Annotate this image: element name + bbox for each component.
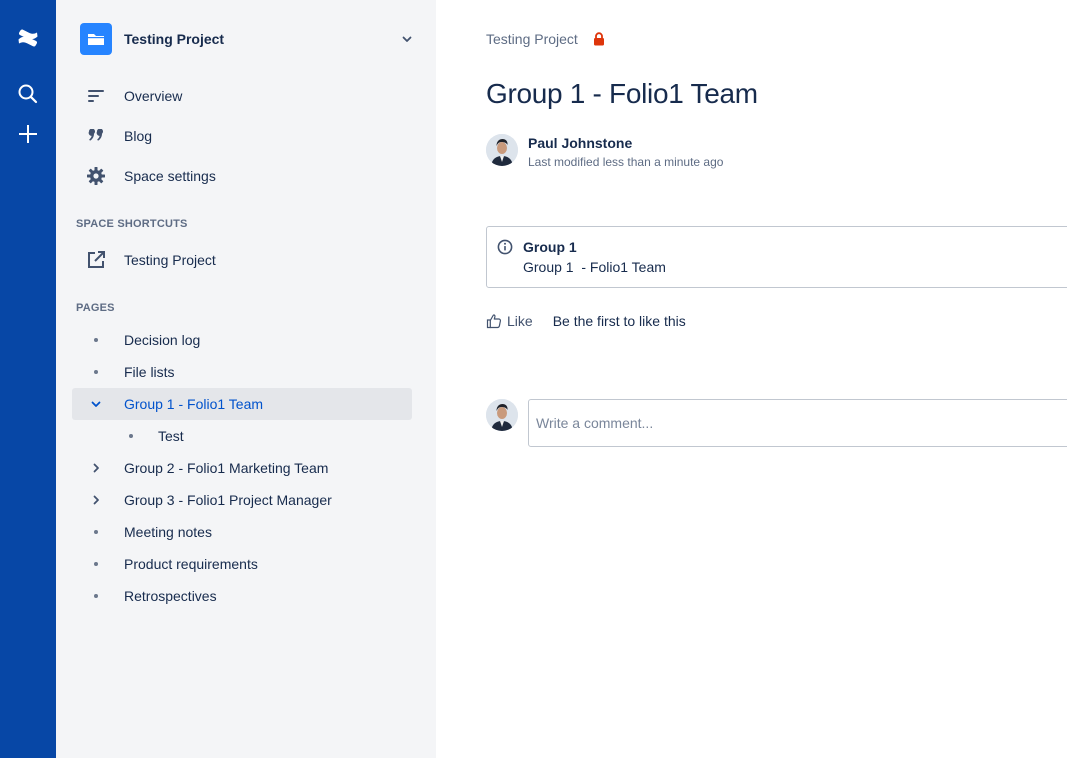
lock-icon[interactable] (592, 31, 606, 47)
page-tree-item[interactable]: Decision log (72, 326, 412, 354)
page-tree-label: Meeting notes (124, 524, 212, 540)
like-label: Like (507, 313, 533, 329)
shortcut-label: Testing Project (124, 252, 216, 268)
like-row: Like Be the first to like this (486, 313, 686, 329)
page-tree-label: Group 3 - Folio1 Project Manager (124, 492, 332, 508)
info-panel-title: Group 1 (523, 239, 577, 255)
info-panel-body: Group 1 - Folio1 Team (523, 259, 666, 275)
page-tree-item[interactable]: Group 2 - Folio1 Marketing Team (72, 454, 412, 482)
space-sidebar: Testing Project Overview Blog Space sett… (56, 0, 436, 758)
plus-icon[interactable] (8, 114, 48, 154)
sidebar-item-label: Blog (124, 128, 153, 144)
comment-input[interactable] (528, 399, 1067, 447)
chevron-down-icon[interactable] (399, 31, 415, 47)
page-tree-label: Group 2 - Folio1 Marketing Team (124, 460, 329, 476)
page-tree-item[interactable]: Group 3 - Folio1 Project Manager (72, 486, 412, 514)
pages-heading: PAGES (76, 302, 115, 314)
info-icon (497, 239, 513, 255)
page-title: Group 1 - Folio1 Team (486, 78, 758, 109)
sidebar-item-label: Space settings (124, 168, 216, 184)
folder-icon (80, 23, 112, 55)
bullet-icon (88, 556, 104, 572)
space-header[interactable]: Testing Project (80, 22, 415, 56)
comment-composer (486, 399, 1067, 447)
last-modified[interactable]: Last modified less than a minute ago (528, 155, 723, 169)
page-tree-label: Decision log (124, 332, 201, 348)
info-panel: Group 1 Group 1 - Folio1 Team (486, 226, 1067, 288)
gear-icon (80, 160, 112, 192)
page-content: Testing Project Group 1 - Folio1 Team Pa… (436, 0, 1067, 758)
page-tree-item-selected[interactable]: Group 1 - Folio1 Team (72, 388, 412, 420)
page-tree-item[interactable]: Product requirements (72, 550, 412, 578)
page-tree-item[interactable]: Test (72, 422, 412, 450)
page-tree-label: File lists (124, 364, 175, 380)
page-tree-item[interactable]: Retrospectives (72, 582, 412, 610)
shortcut-testing-project[interactable]: Testing Project (80, 244, 415, 276)
bullet-icon (88, 364, 104, 380)
page-tree-label: Group 1 - Folio1 Team (124, 396, 264, 412)
sidebar-item-label: Overview (124, 88, 183, 104)
space-shortcuts-heading: SPACE SHORTCUTS (76, 218, 188, 230)
author-name[interactable]: Paul Johnstone (528, 135, 723, 151)
global-nav (0, 0, 56, 758)
avatar (486, 399, 518, 431)
external-link-icon (80, 244, 112, 276)
breadcrumb-space-link[interactable]: Testing Project (486, 31, 578, 47)
chevron-right-icon[interactable] (88, 492, 104, 508)
bullet-icon (88, 588, 104, 604)
bullet-icon (88, 332, 104, 348)
thumbs-up-icon (486, 314, 502, 329)
page-tree-label: Retrospectives (124, 588, 217, 604)
sidebar-item-space-settings[interactable]: Space settings (80, 160, 415, 192)
avatar[interactable] (486, 134, 518, 166)
space-name: Testing Project (124, 31, 225, 47)
chevron-right-icon[interactable] (88, 460, 104, 476)
sidebar-item-blog[interactable]: Blog (80, 120, 415, 152)
overview-lines-icon (80, 80, 112, 112)
like-summary: Be the first to like this (552, 313, 686, 329)
page-tree-item[interactable]: Meeting notes (72, 518, 412, 546)
page-tree-item[interactable]: File lists (72, 358, 412, 386)
chevron-down-icon[interactable] (88, 396, 104, 412)
sidebar-item-overview[interactable]: Overview (80, 80, 415, 112)
page-tree-label: Product requirements (124, 556, 258, 572)
page-byline: Paul Johnstone Last modified less than a… (486, 134, 723, 169)
bullet-icon (88, 524, 104, 540)
confluence-logo-icon[interactable] (8, 18, 48, 58)
search-icon[interactable] (8, 74, 48, 114)
bullet-icon (123, 428, 139, 444)
quote-icon (80, 120, 112, 152)
breadcrumb: Testing Project (486, 31, 606, 47)
page-tree-label: Test (158, 428, 184, 444)
like-button[interactable]: Like (486, 313, 533, 329)
